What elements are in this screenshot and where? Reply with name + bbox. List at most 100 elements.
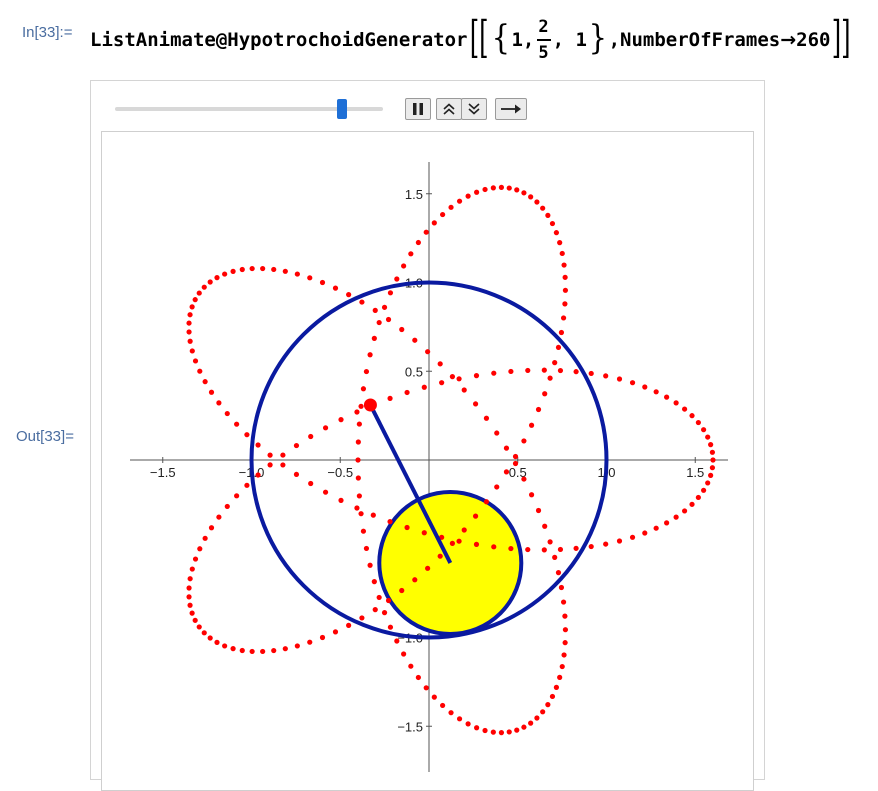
trace-point: [561, 262, 567, 268]
trace-point: [214, 639, 220, 645]
trace-point: [415, 239, 421, 246]
trace-point: [230, 268, 236, 274]
slower-button[interactable]: [461, 98, 487, 120]
fraction-numerator: 2: [538, 16, 549, 37]
trace-point: [360, 528, 367, 534]
trace-point: [196, 624, 202, 630]
trace-point: [558, 329, 565, 336]
trace-point: [555, 570, 562, 576]
trace-point: [346, 622, 352, 628]
trace-point: [186, 594, 192, 600]
trace-point: [461, 527, 467, 533]
trace-point: [408, 251, 414, 257]
trace-point: [293, 442, 300, 449]
pen-point: [363, 398, 377, 412]
trace-point: [363, 368, 370, 375]
trace-point: [425, 349, 431, 355]
trace-point: [701, 427, 707, 433]
trace-point: [503, 469, 510, 475]
trace-point: [508, 368, 514, 375]
argument-three: , 1: [552, 29, 587, 51]
trace-point: [440, 702, 446, 709]
trace-point: [319, 279, 326, 286]
trace-point: [356, 421, 362, 427]
trace-point: [255, 472, 261, 478]
trace-point: [439, 380, 445, 386]
trace-point: [701, 487, 707, 493]
trace-point: [322, 489, 329, 495]
trace-point: [186, 329, 192, 335]
trace-point: [421, 530, 427, 536]
direction-button[interactable]: [495, 98, 527, 120]
trace-point: [491, 370, 497, 376]
trace-point: [681, 406, 688, 412]
trace-point: [555, 344, 562, 351]
trace-point: [449, 374, 456, 380]
trace-point: [415, 674, 421, 681]
trace-point: [255, 442, 261, 448]
trace-point: [521, 724, 527, 730]
trace-point: [588, 543, 594, 550]
trace-point: [456, 716, 463, 722]
trace-point: [708, 442, 714, 448]
trace-point: [547, 539, 553, 545]
trace-point: [294, 643, 300, 649]
trace-point: [535, 507, 542, 514]
trace-point: [355, 439, 361, 445]
trace-point: [404, 524, 410, 531]
trace-point: [562, 613, 568, 619]
trace-point: [401, 651, 407, 657]
pause-button[interactable]: [405, 98, 431, 120]
trace-point: [363, 545, 370, 552]
trace-point: [528, 720, 534, 726]
trace-point: [207, 279, 213, 285]
trace-point: [244, 432, 250, 438]
trace-point: [681, 508, 688, 514]
input-expression[interactable]: ListAnimate@HypotrochoidGenerator [[ { 1…: [90, 10, 853, 70]
trace-point: [187, 602, 193, 608]
trace-point: [521, 476, 527, 482]
trace-point: [506, 185, 512, 191]
trace-point: [514, 187, 520, 193]
trace-point: [540, 205, 546, 211]
trace-point: [545, 702, 551, 708]
trace-point: [192, 297, 198, 303]
trace-point: [187, 576, 193, 582]
trace-point: [371, 579, 377, 585]
trace-point: [456, 198, 463, 204]
trace-point: [399, 326, 405, 333]
trace-point: [404, 389, 410, 396]
trace-point: [629, 534, 636, 540]
hypotrochoid-plot: −1.5−1.0−0.50.51.01.5−1.5−1.0−0.50.51.01…: [130, 162, 728, 772]
trace-point: [189, 566, 195, 572]
trace-point: [689, 413, 695, 419]
trace-point: [260, 648, 266, 655]
trace-point: [319, 634, 326, 641]
trace-point: [387, 290, 394, 296]
trace-point: [189, 348, 195, 354]
trace-point: [230, 646, 236, 652]
trace-point: [494, 430, 500, 436]
trace-point: [528, 492, 535, 498]
trace-point: [653, 389, 659, 395]
argument-separator: ,: [608, 29, 621, 51]
trace-point: [381, 304, 388, 310]
faster-button[interactable]: [436, 98, 462, 120]
trace-point: [421, 384, 427, 390]
trace-point: [545, 212, 551, 218]
trace-point: [192, 617, 198, 623]
function-head: ListAnimate@HypotrochoidGenerator: [90, 29, 468, 51]
frame-slider-thumb[interactable]: [336, 99, 347, 119]
double-chevron-up-icon: [443, 103, 455, 115]
trace-point: [465, 721, 471, 727]
trace-point: [437, 553, 443, 559]
trace-point: [616, 538, 623, 544]
trace-point: [525, 546, 531, 553]
trace-point: [534, 199, 540, 205]
trace-point: [224, 503, 230, 510]
trace-point: [521, 438, 527, 444]
trace-point: [385, 597, 392, 604]
trace-point: [202, 535, 208, 541]
trace-point: [239, 266, 245, 273]
trace-point: [535, 406, 542, 413]
